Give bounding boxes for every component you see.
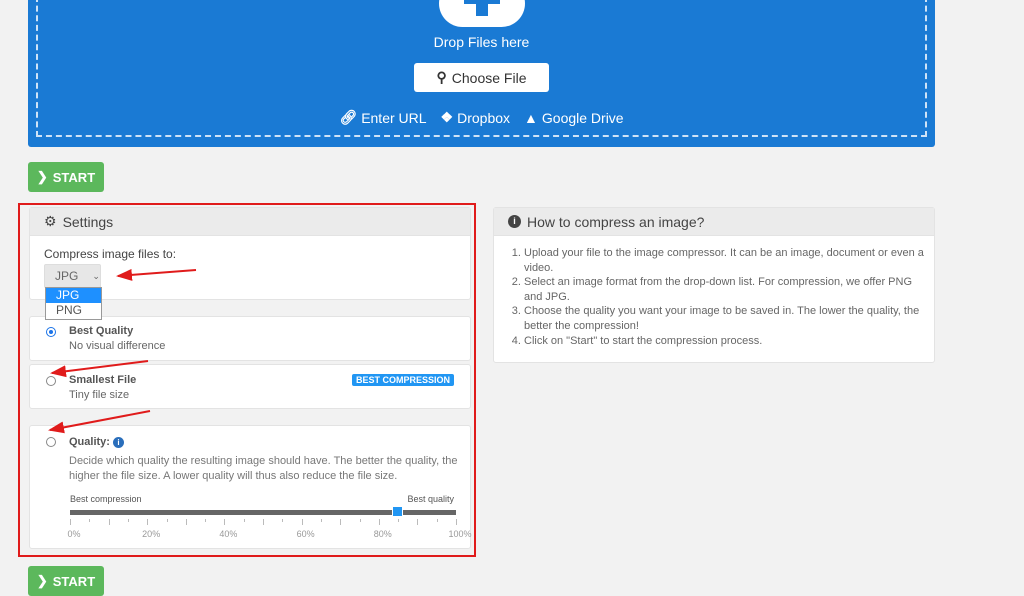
howto-step: Upload your file to the image compressor… (524, 246, 924, 275)
start-button-bottom[interactable]: ❯ START (28, 566, 104, 596)
drop-files-text: Drop Files here (433, 34, 530, 50)
howto-step: Choose the quality you want your image t… (524, 304, 924, 333)
enter-url-label: Enter URL (361, 109, 427, 126)
highlight-annotation-box (18, 203, 476, 557)
start-label: START (52, 169, 96, 185)
howto-step: Click on "Start" to start the compressio… (524, 334, 924, 349)
google-drive-link[interactable]: ▲ Google Drive (524, 109, 624, 126)
format-dropdown: JPG PNG (45, 287, 102, 320)
info-circle-icon: i (508, 215, 521, 228)
chevron-right-icon: ❯ (36, 573, 48, 588)
dropbox-label: Dropbox (457, 109, 511, 126)
upload-dropzone[interactable]: Drop Files here ⚲ Choose File 🔗︎ Enter URL… (28, 0, 935, 147)
chevron-right-icon: ❯ (36, 169, 48, 184)
start-label: START (52, 573, 96, 589)
howto-step: Select an image format from the drop-dow… (524, 275, 924, 304)
dropbox-icon: ❖ (440, 109, 454, 125)
enter-url-link[interactable]: 🔗︎ Enter URL (339, 109, 426, 126)
start-button-top[interactable]: ❯ START (28, 162, 104, 192)
dropbox-link[interactable]: ❖ Dropbox (441, 109, 510, 126)
format-option-png[interactable]: PNG (46, 303, 101, 318)
format-option-jpg[interactable]: JPG (46, 288, 101, 303)
link-icon: 🔗︎ (339, 109, 358, 125)
howto-panel: i How to compress an image? Upload your f… (493, 207, 935, 363)
howto-title: How to compress an image? (527, 213, 705, 230)
choose-file-button[interactable]: ⚲ Choose File (414, 63, 549, 92)
search-icon: ⚲ (436, 69, 447, 85)
google-drive-label: Google Drive (541, 109, 624, 126)
cloud-upload-icon (439, 0, 525, 27)
choose-file-label: Choose File (451, 69, 527, 86)
google-drive-icon: ▲ (524, 109, 538, 126)
